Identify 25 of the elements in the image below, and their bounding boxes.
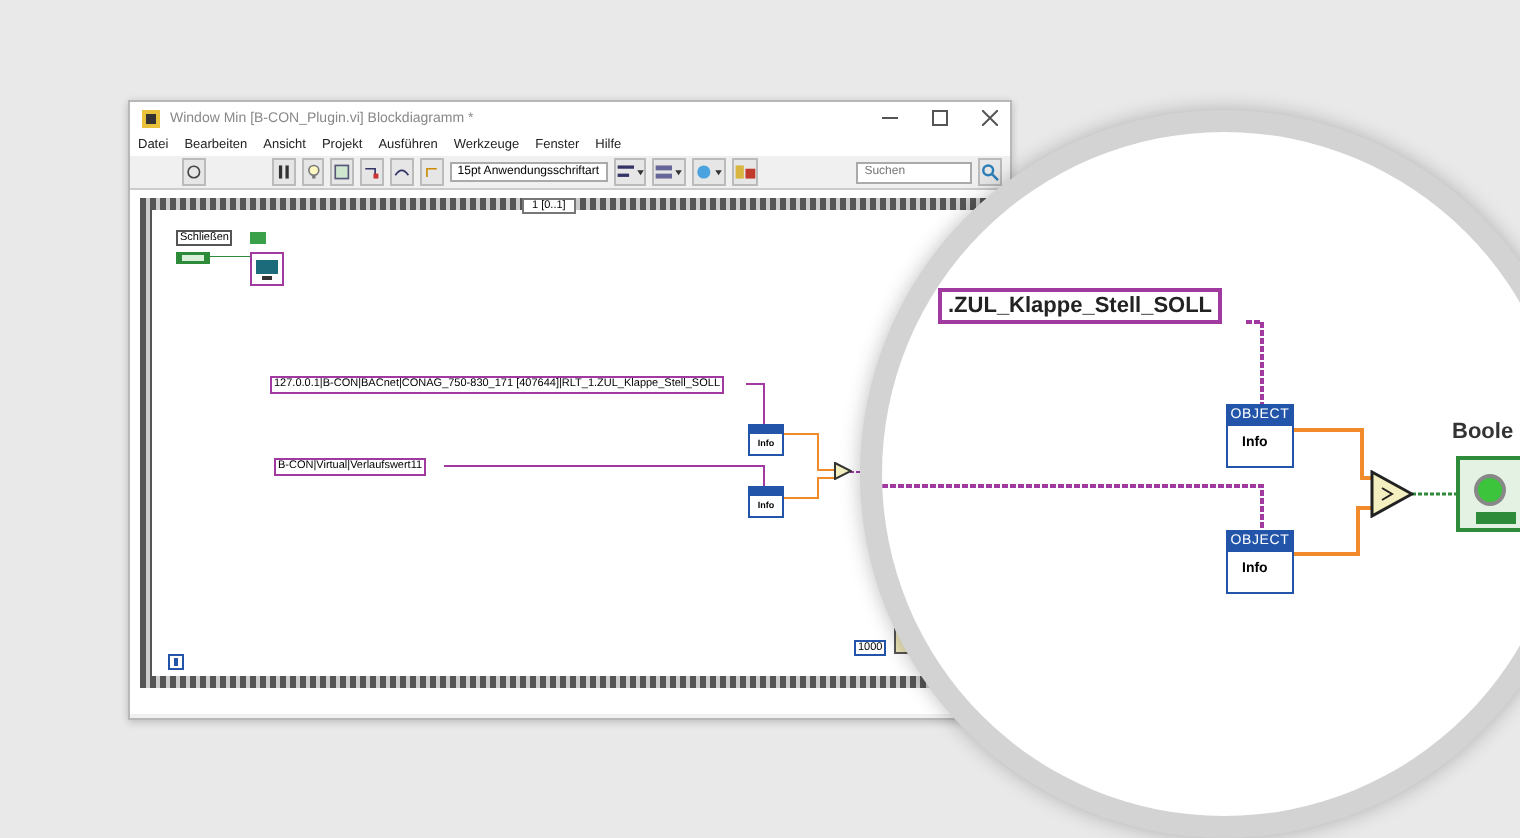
wire bbox=[783, 477, 835, 499]
wire bbox=[745, 383, 765, 425]
wire bbox=[1412, 492, 1456, 496]
string-constant: .ZUL_Klappe_Stell_SOLL bbox=[938, 288, 1223, 324]
search-icon[interactable] bbox=[978, 158, 1003, 186]
pause-icon[interactable] bbox=[271, 158, 296, 186]
maximize-icon[interactable] bbox=[932, 110, 948, 126]
wire bbox=[783, 433, 835, 471]
loop-iteration-icon bbox=[168, 654, 184, 670]
wire bbox=[210, 256, 251, 257]
align-icon[interactable] bbox=[613, 158, 647, 186]
boolean-terminal-icon bbox=[176, 252, 210, 264]
wire bbox=[1290, 506, 1372, 556]
lightbulb-icon[interactable] bbox=[301, 158, 325, 186]
wire bbox=[1246, 320, 1264, 404]
indicator-label: Boole bbox=[1452, 420, 1514, 444]
constant-icon bbox=[250, 232, 266, 244]
app-icon bbox=[142, 109, 160, 127]
comparison-icon bbox=[834, 462, 852, 480]
comparison-icon bbox=[1370, 470, 1414, 518]
run-icon[interactable] bbox=[182, 158, 206, 186]
monitor-icon bbox=[250, 252, 284, 286]
distribute-icon[interactable] bbox=[652, 158, 686, 186]
close-icon[interactable] bbox=[982, 110, 998, 126]
wire bbox=[1290, 428, 1372, 480]
